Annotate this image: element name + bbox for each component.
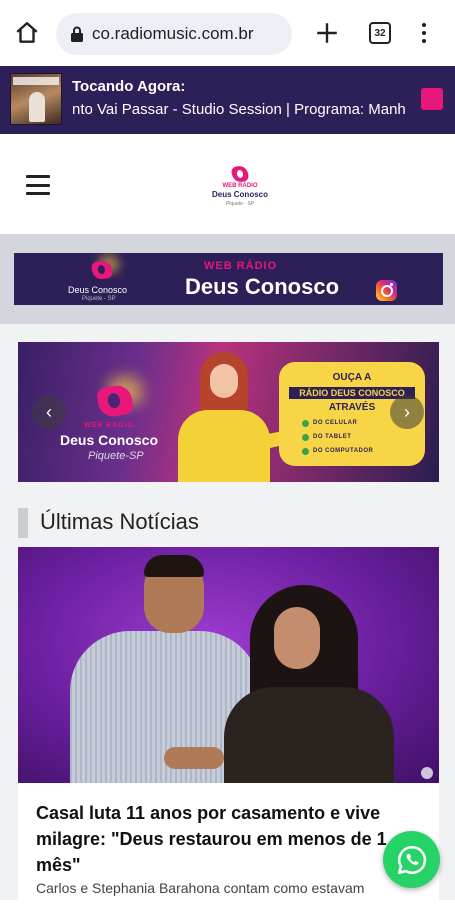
panel-line-1: OUÇA A: [332, 372, 372, 383]
more-icon[interactable]: [416, 21, 432, 45]
panel-option: DO COMPUTADOR: [301, 448, 374, 455]
now-playing-track: nto Vai Passar - Studio Session | Progra…: [72, 101, 406, 118]
news-excerpt: Carlos e Stephania Barahona contam como …: [36, 880, 365, 896]
news-photo[interactable]: [18, 547, 439, 783]
whatsapp-icon: [397, 845, 426, 874]
browser-toolbar: co.radiomusic.com.br 32: [0, 0, 455, 66]
menu-icon[interactable]: [26, 175, 50, 195]
site-header: WEB RÁDIO Deus Conosco Piquete - SP: [0, 134, 455, 234]
site-logo[interactable]: WEB RÁDIO Deus Conosco Piquete - SP: [210, 164, 270, 210]
section-marker: [18, 508, 28, 538]
instagram-icon[interactable]: [376, 280, 397, 301]
top-banner[interactable]: Deus Conosco Piquete - SP WEB RÁDIO Deus…: [14, 253, 443, 305]
home-icon[interactable]: [14, 20, 40, 46]
lock-icon: [71, 26, 83, 42]
address-bar[interactable]: co.radiomusic.com.br: [56, 13, 292, 55]
info-icon: [421, 767, 433, 779]
section-title: Últimas Notícias: [40, 509, 199, 534]
banner-web-label: WEB RÁDIO: [204, 260, 278, 272]
url-text: co.radiomusic.com.br: [92, 24, 254, 43]
whatsapp-button[interactable]: [383, 831, 440, 888]
panel-option: DO TABLET: [301, 434, 352, 441]
promo-slider[interactable]: WEB RÁDIO Deus Conosco Piquete-SP OUÇA A…: [18, 342, 439, 482]
tabs-icon[interactable]: 32: [369, 22, 391, 44]
stop-icon[interactable]: [421, 88, 443, 110]
banner-logo-text: Deus Conosco: [68, 285, 128, 295]
slider-name: Deus Conosco: [60, 432, 159, 448]
banner-title: Deus Conosco: [185, 274, 340, 299]
slider-web-label: WEB RÁDIO: [84, 422, 134, 429]
slider-logo-mark: [95, 383, 135, 419]
now-playing-label: Tocando Agora:: [72, 78, 186, 95]
banner-band: Deus Conosco Piquete - SP WEB RÁDIO Deus…: [0, 234, 455, 324]
banner-logo-mark: [90, 259, 114, 281]
slider-next-button[interactable]: ›: [390, 395, 424, 429]
slider-city: Piquete-SP: [88, 450, 144, 462]
now-playing-bar: Tocando Agora: nto Vai Passar - Studio S…: [0, 66, 455, 134]
banner-logo-city: Piquete - SP: [82, 296, 116, 302]
news-title[interactable]: Casal luta 11 anos por casamento e vive …: [36, 800, 421, 878]
slider-prev-button[interactable]: ‹: [32, 395, 66, 429]
plus-icon[interactable]: [314, 20, 340, 46]
news-card[interactable]: Casal luta 11 anos por casamento e vive …: [18, 547, 439, 907]
panel-option: DO CELULAR: [301, 420, 358, 427]
album-cover: [10, 73, 62, 125]
